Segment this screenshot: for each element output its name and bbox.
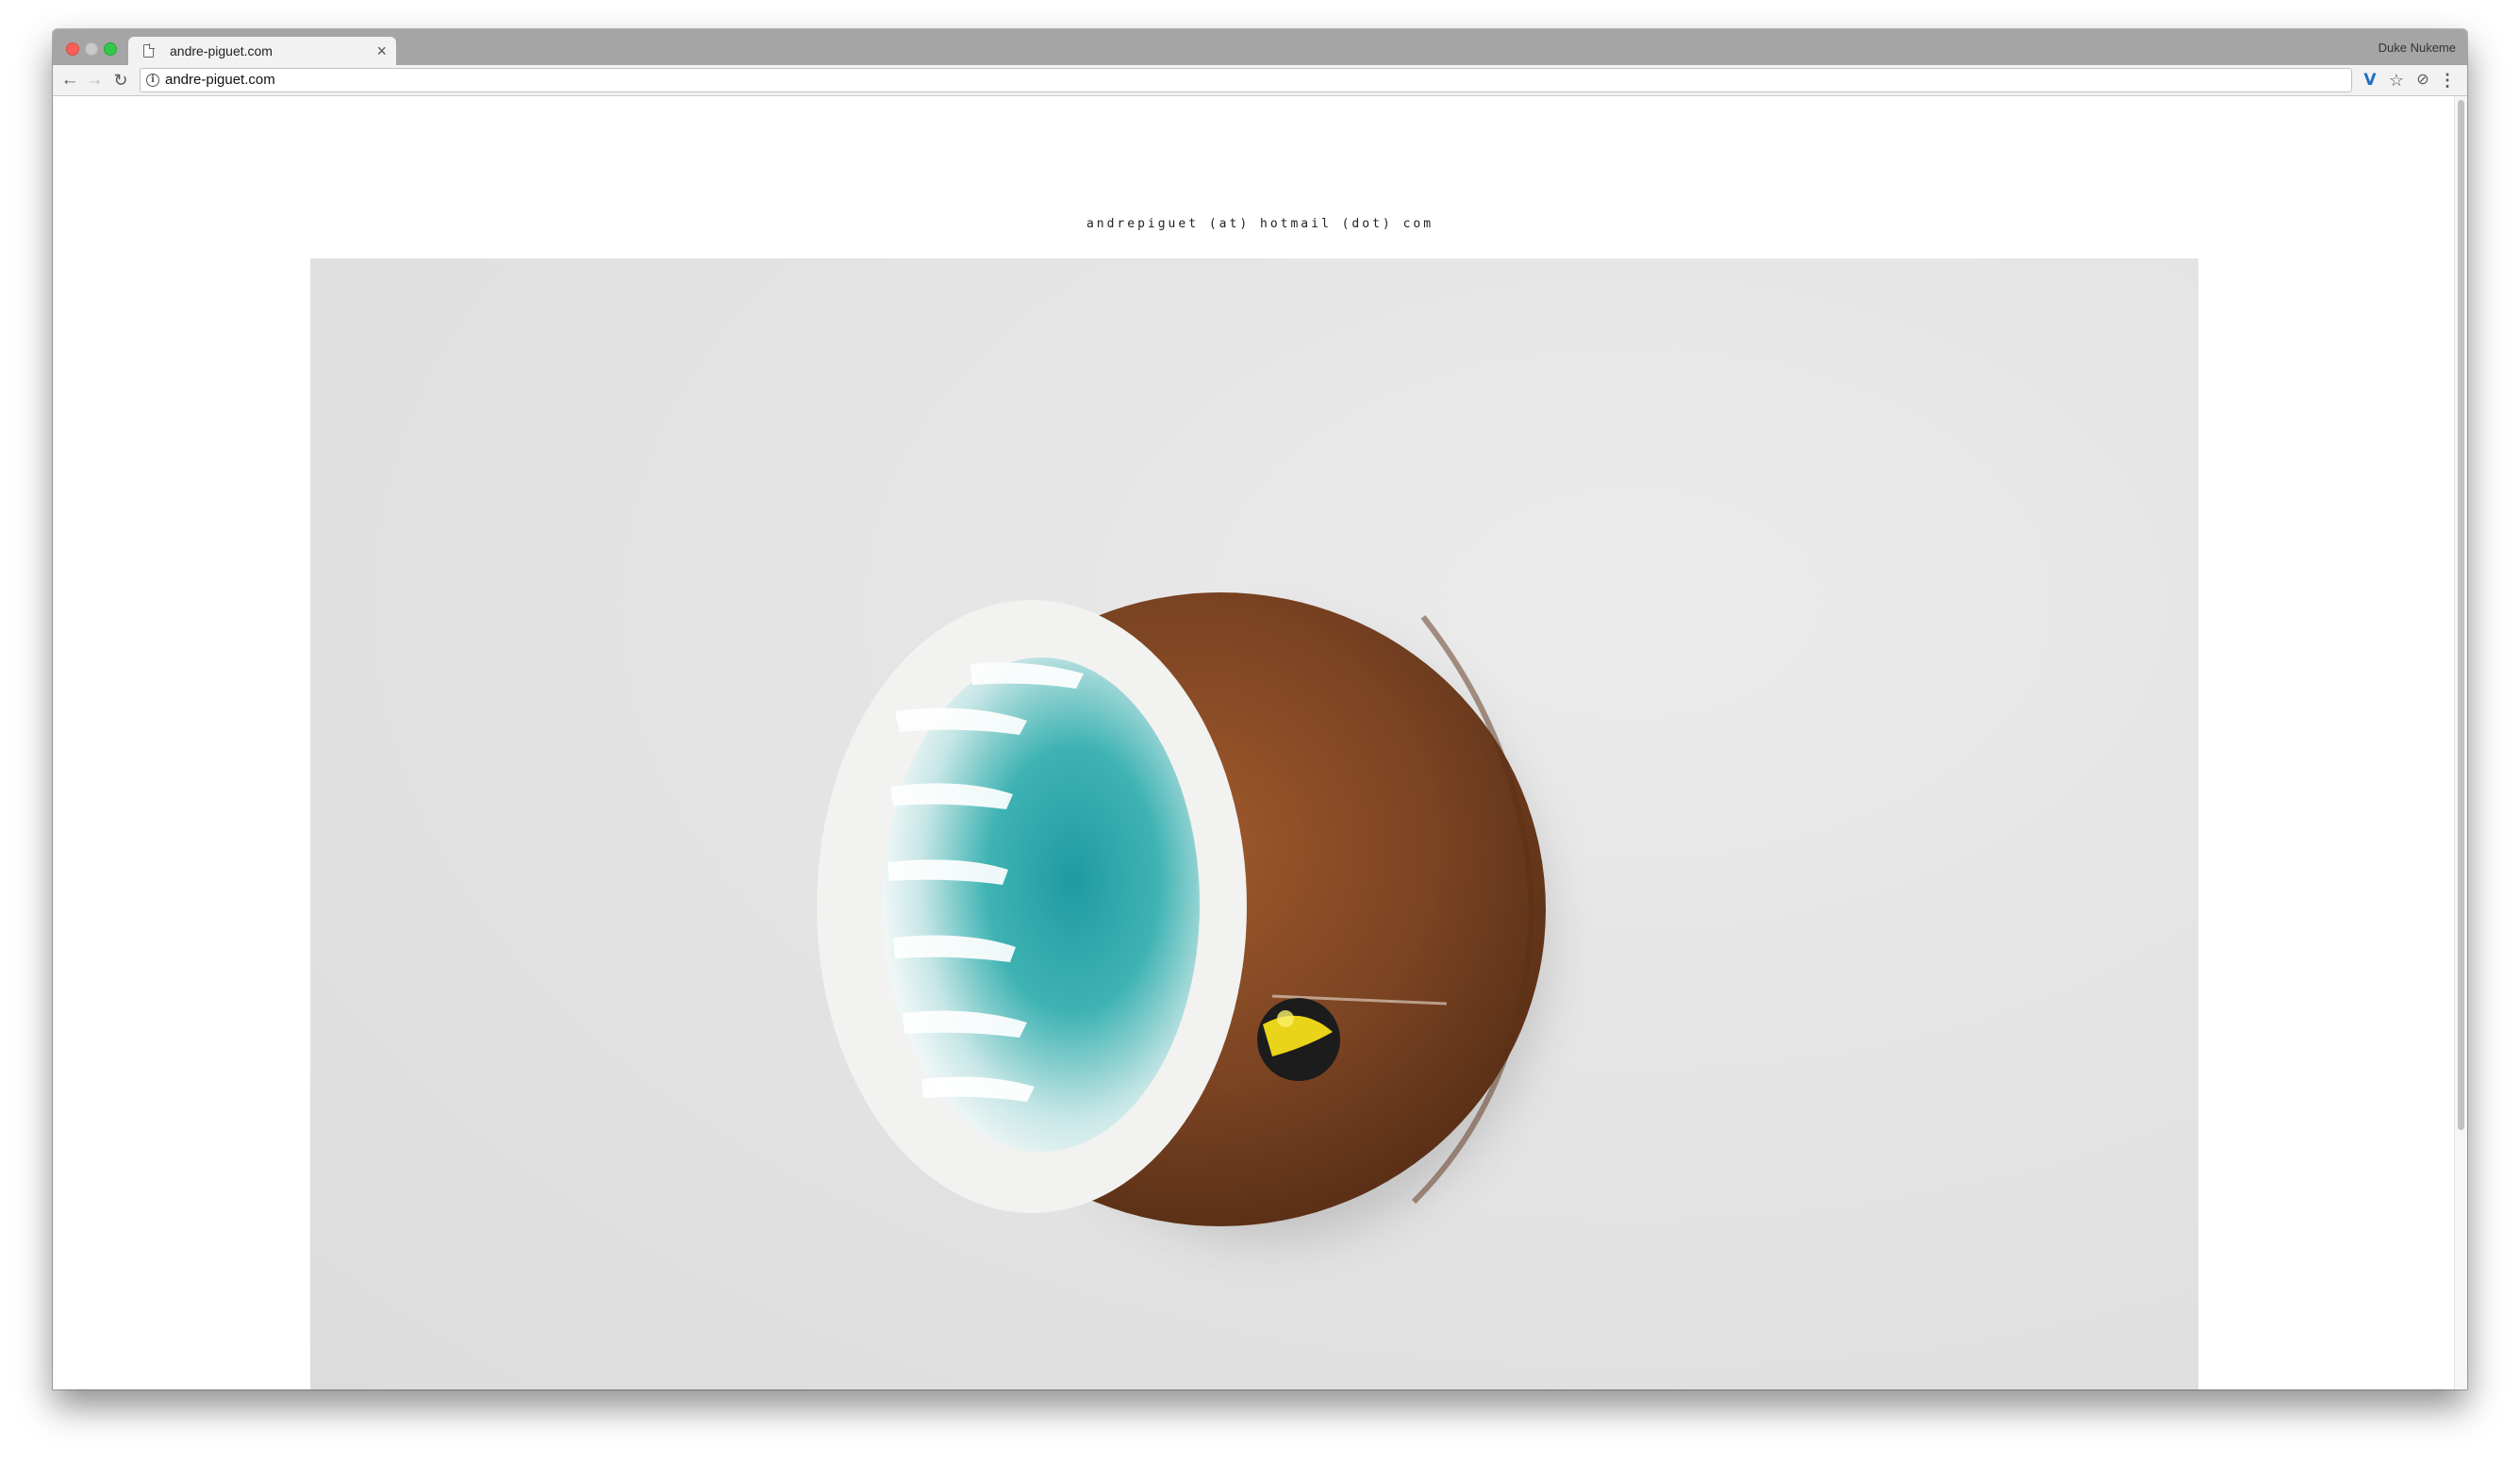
profile-name[interactable]: Duke Nukeme	[2379, 41, 2456, 55]
forward-button[interactable]: →	[83, 69, 106, 92]
coconut-sculpture-icon	[817, 592, 1546, 1239]
address-text[interactable]: andre-piguet.com	[165, 69, 275, 92]
close-window-button[interactable]	[66, 42, 79, 56]
page-scrollbar[interactable]	[2454, 96, 2467, 1389]
address-bar[interactable]: i andre-piguet.com	[140, 68, 2352, 92]
close-tab-icon[interactable]: ×	[376, 37, 387, 66]
reload-button[interactable]: ↻	[109, 69, 132, 92]
site-info-icon[interactable]: i	[146, 74, 159, 87]
document-icon	[143, 43, 155, 58]
browser-window: andre-piguet.com × Duke Nukeme ← → ↻ i a…	[53, 29, 2467, 1389]
zoom-window-button[interactable]	[104, 42, 117, 56]
bookmark-star-icon[interactable]: ☆	[2386, 70, 2407, 91]
back-button[interactable]: ←	[58, 69, 81, 92]
menu-icon[interactable]: ⋮	[2437, 70, 2458, 91]
scrollbar-thumb[interactable]	[2458, 100, 2464, 1130]
tab-active[interactable]: andre-piguet.com ×	[128, 37, 396, 66]
browser-toolbar: ← → ↻ i andre-piguet.com V ☆ ⊘ ⋮	[53, 65, 2467, 96]
contact-email-text: andrepiguet (at) hotmail (dot) com	[1086, 217, 1434, 231]
tab-title: andre-piguet.com	[170, 43, 273, 58]
tab-strip: andre-piguet.com × Duke Nukeme	[53, 29, 2467, 66]
page-viewport: andrepiguet (at) hotmail (dot) com	[53, 96, 2467, 1389]
minimize-window-button[interactable]	[85, 42, 98, 56]
extension-v-icon[interactable]: V	[2360, 70, 2380, 91]
artwork-photo	[310, 258, 2198, 1389]
extension-block-icon[interactable]: ⊘	[2412, 70, 2433, 91]
